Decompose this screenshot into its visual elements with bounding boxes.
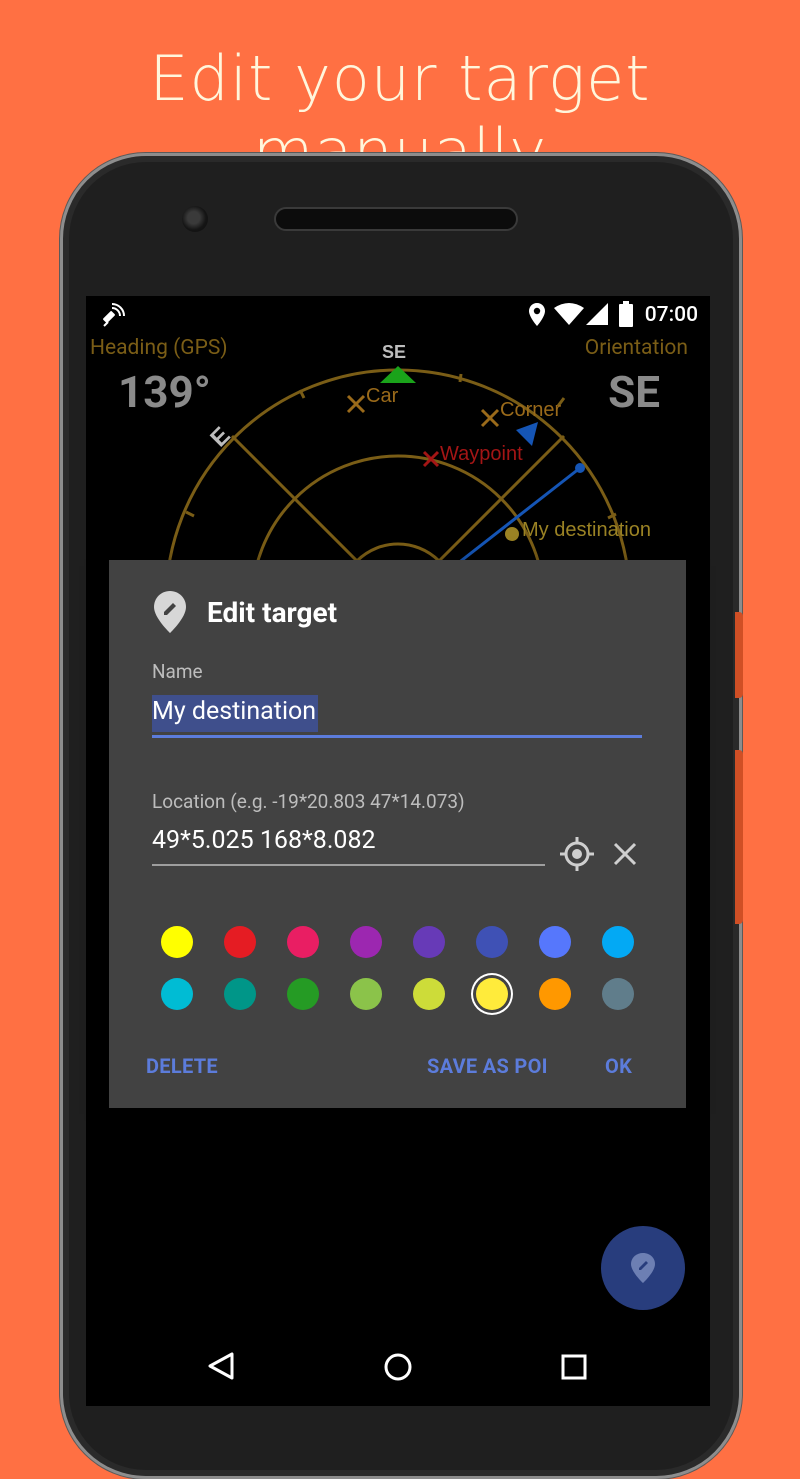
location-input-value: 49*5.025 168*8.082: [152, 826, 376, 855]
orientation-value: SE: [608, 366, 660, 418]
wifi-icon: [554, 303, 584, 329]
status-time: 07:00: [644, 303, 698, 327]
color-swatch[interactable]: [539, 978, 571, 1010]
name-input-value: My destination: [152, 695, 319, 732]
ok-button[interactable]: OK: [605, 1054, 632, 1078]
dialog-title: Edit target: [207, 596, 338, 629]
delete-button[interactable]: DELETE: [146, 1054, 218, 1078]
compass-dir-top: SE: [382, 342, 406, 362]
gps-satellite-icon: [98, 302, 126, 334]
navigation-bar: [86, 1316, 710, 1406]
color-swatch[interactable]: [161, 978, 193, 1010]
color-swatch[interactable]: [287, 978, 319, 1010]
name-label: Name: [152, 660, 203, 683]
color-swatch[interactable]: [413, 978, 445, 1010]
edit-target-fab[interactable]: [601, 1226, 685, 1310]
color-swatch[interactable]: [287, 926, 319, 958]
target-label-destination: My destination: [522, 519, 651, 541]
phone-power-button: [735, 750, 743, 924]
close-icon: [613, 842, 637, 866]
location-input[interactable]: 49*5.025 168*8.082: [152, 822, 545, 866]
cell-signal-icon: [586, 303, 608, 329]
use-current-location-button[interactable]: [557, 834, 597, 874]
color-swatch[interactable]: [413, 926, 445, 958]
save-as-poi-button[interactable]: SAVE AS POI: [427, 1054, 548, 1078]
compass-north-marker: [380, 366, 416, 383]
color-swatch[interactable]: [602, 978, 634, 1010]
location-label: Location (e.g. -19*20.803 47*14.073): [152, 790, 465, 813]
front-camera: [182, 206, 208, 232]
color-swatch[interactable]: [350, 978, 382, 1010]
target-label-waypoint: Waypoint: [440, 443, 523, 465]
battery-icon: [618, 301, 634, 331]
color-swatch[interactable]: [476, 926, 508, 958]
phone-volume-button: [735, 612, 743, 698]
edit-location-icon: [153, 590, 187, 638]
color-swatch[interactable]: [539, 926, 571, 958]
color-swatch[interactable]: [224, 926, 256, 958]
orientation-label: Orientation: [584, 336, 688, 360]
home-icon[interactable]: [383, 1352, 413, 1382]
target-label-car: Car: [366, 385, 399, 407]
earpiece-speaker: [274, 207, 518, 231]
color-swatch[interactable]: [350, 926, 382, 958]
color-swatch[interactable]: [602, 926, 634, 958]
target-label-corner: Corner: [500, 399, 561, 421]
name-input[interactable]: My destination: [152, 692, 642, 738]
heading-label: Heading (GPS): [90, 336, 228, 360]
my-location-icon: [560, 837, 594, 871]
compass-dir-left: E: [205, 422, 235, 452]
edit-location-icon: [631, 1253, 655, 1283]
clear-location-button[interactable]: [605, 834, 645, 874]
color-swatch[interactable]: [476, 978, 508, 1010]
edit-target-dialog: Edit target Name My destination Location…: [109, 560, 686, 1108]
color-swatch[interactable]: [224, 978, 256, 1010]
recents-icon[interactable]: [561, 1354, 587, 1380]
heading-value: 139°: [118, 366, 211, 418]
location-pin-icon: [528, 302, 546, 332]
back-icon[interactable]: [208, 1352, 234, 1380]
color-swatch[interactable]: [161, 926, 193, 958]
status-bar: 07:00: [86, 296, 710, 334]
